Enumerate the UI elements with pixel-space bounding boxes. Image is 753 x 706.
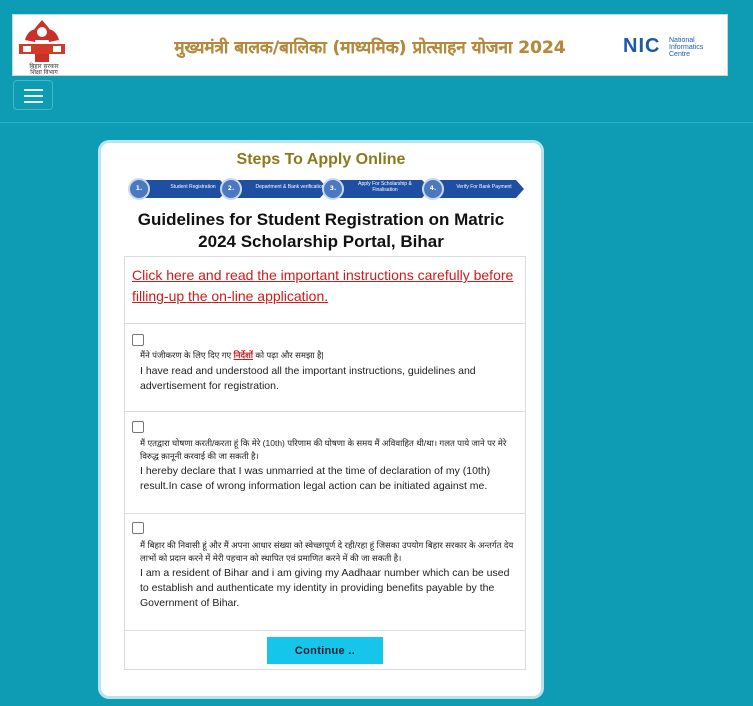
instructions-row: Click here and read the important instru… xyxy=(125,257,525,324)
step-2-number: 2. xyxy=(220,178,242,200)
declaration-1-hindi: मैंने पंजीकरण के लिए दिए गए निर्देशों को… xyxy=(140,349,515,362)
menu-bar-line xyxy=(24,95,43,97)
step-3-number: 3. xyxy=(322,178,344,200)
declaration-3-checkbox[interactable] xyxy=(132,522,144,534)
nav-bar xyxy=(0,78,753,123)
registration-card: Steps To Apply Online Student Registrati… xyxy=(101,143,541,696)
declaration-1-english: I have read and understood all the impor… xyxy=(140,365,476,392)
guidelines-title: Guidelines for Student Registration on M… xyxy=(137,210,505,251)
steps-title: Steps To Apply Online xyxy=(236,151,406,168)
declaration-row-2: मैं एतद्वारा घोषणा करती/करता हूं कि मेरे… xyxy=(125,412,525,514)
declaration-1-hindi-after: को पढ़ा और समझा है| xyxy=(252,350,324,360)
declaration-1-hindi-before: मैंने पंजीकरण के लिए दिए गए xyxy=(140,350,234,360)
declaration-box: Click here and read the important instru… xyxy=(124,256,526,670)
instructions-inline-link[interactable]: निर्देशों xyxy=(234,350,253,360)
step-4-label: Verify For Bank Payment xyxy=(456,184,512,190)
declaration-row-1: मैंने पंजीकरण के लिए दिए गए निर्देशों को… xyxy=(125,324,525,412)
declaration-1-checkbox[interactable] xyxy=(132,334,144,346)
declaration-3-english: I am a resident of Bihar and i am giving… xyxy=(140,567,510,609)
nic-logo-word: NIC xyxy=(623,35,661,57)
step-1-label: Student Registration xyxy=(170,184,216,190)
declaration-2-hindi: मैं एतद्वारा घोषणा करती/करता हूं कि मेरे… xyxy=(140,438,507,461)
nic-logo-icon: NIC National Informatics Centre xyxy=(623,35,719,59)
step-4-number: 4. xyxy=(422,178,444,200)
menu-bar-line xyxy=(24,89,43,91)
header-banner: बिहार सरकार शिक्षा विभाग मुख्यमंत्री बाल… xyxy=(12,14,728,76)
declaration-3-hindi: मैं बिहार की निवासी हूं और मैं अपना आधार… xyxy=(140,540,514,563)
emblem-caption: बिहार सरकार शिक्षा विभाग xyxy=(29,63,59,76)
instructions-link[interactable]: Click here and read the important instru… xyxy=(132,265,522,307)
step-3-label: Apply For Scholarship & Finalisation xyxy=(358,181,412,193)
continue-button[interactable]: Continue .. xyxy=(267,637,383,664)
declaration-2-english: I hereby declare that I was unmarried at… xyxy=(140,465,491,492)
nic-logo-subtitle: National Informatics Centre xyxy=(669,37,704,58)
step-1-number: 1. xyxy=(128,178,150,200)
step-2-label: Department & Bank verification xyxy=(255,184,325,190)
scheme-title: मुख्यमंत्री बालक/बालिका (माध्यमिक) प्रोत… xyxy=(174,38,566,58)
declaration-row-3: मैं बिहार की निवासी हूं और मैं अपना आधार… xyxy=(125,514,525,631)
steps-progress: Student Registration Department & Bank v… xyxy=(128,178,524,200)
menu-bar-line xyxy=(24,101,43,103)
declaration-2-checkbox[interactable] xyxy=(132,421,144,433)
hamburger-menu-icon[interactable] xyxy=(13,80,53,110)
